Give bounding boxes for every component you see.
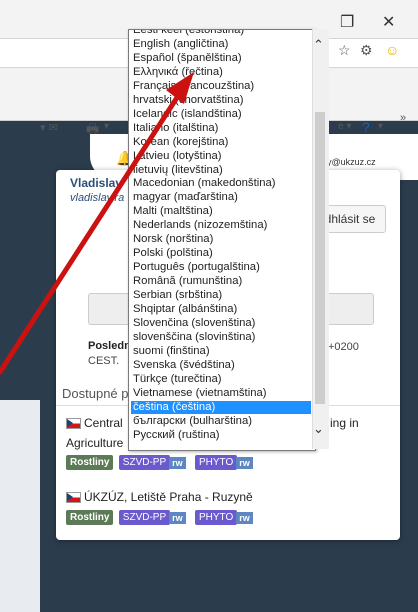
red-arrow-annotation — [0, 72, 194, 375]
arrow-shaft — [0, 93, 181, 375]
arrow-head — [166, 72, 194, 104]
